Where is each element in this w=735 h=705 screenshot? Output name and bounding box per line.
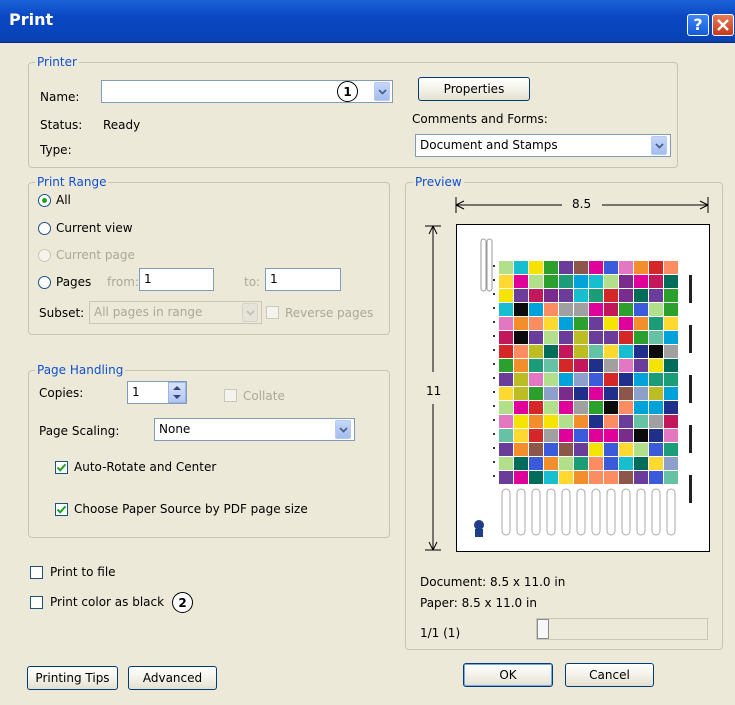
radio-all-label: All — [56, 193, 71, 207]
page-handling-legend: Page Handling — [35, 363, 126, 377]
print-to-file-checkbox[interactable] — [30, 566, 43, 579]
radio-all[interactable] — [38, 194, 51, 207]
pages-to-input[interactable]: 1 — [265, 268, 341, 291]
copies-spinner[interactable] — [168, 382, 186, 403]
page-slider-thumb[interactable] — [537, 619, 549, 639]
comments-and-forms-label: Comments and Forms: — [412, 112, 548, 126]
pages-from-input[interactable]: 1 — [139, 268, 214, 291]
reverse-pages-checkbox[interactable] — [266, 306, 279, 319]
chevron-down-icon — [245, 309, 255, 316]
document-size-label: Document: 8.5 x 11.0 in — [420, 575, 566, 589]
print-color-as-black-checkbox[interactable] — [30, 596, 43, 609]
collate-checkbox[interactable] — [224, 389, 237, 402]
comments-dropdown-button[interactable] — [651, 136, 667, 155]
page-slider-track[interactable] — [536, 618, 708, 640]
chevron-down-icon — [338, 426, 348, 433]
checkmark-icon — [56, 505, 67, 514]
paper-size-label: Paper: 8.5 x 11.0 in — [420, 596, 537, 610]
page-count-label: 1/1 (1) — [420, 626, 461, 640]
paper-source-checkbox[interactable] — [55, 503, 68, 516]
radio-current-view-label: Current view — [56, 221, 133, 235]
checkmark-icon — [56, 463, 67, 472]
chevron-down-icon — [654, 142, 664, 149]
subset-label: Subset: — [39, 306, 85, 320]
preview-page — [456, 224, 710, 552]
collate-label: Collate — [243, 389, 285, 403]
from-label: from: — [107, 275, 139, 289]
advanced-button[interactable]: Advanced — [128, 666, 217, 690]
reverse-pages-label: Reverse pages — [285, 306, 374, 320]
radio-pages[interactable] — [38, 276, 51, 289]
page-scaling-label: Page Scaling: — [39, 424, 120, 438]
printing-tips-button[interactable]: Printing Tips — [27, 666, 118, 690]
cancel-button[interactable]: Cancel — [565, 663, 654, 687]
title-bar — [0, 0, 735, 43]
close-icon — [717, 19, 729, 31]
copies-label: Copies: — [39, 386, 84, 400]
print-color-as-black-label: Print color as black — [50, 595, 165, 609]
auto-rotate-label: Auto-Rotate and Center — [74, 460, 217, 474]
name-label: Name: — [40, 90, 80, 104]
radio-current-page[interactable] — [38, 249, 51, 262]
auto-rotate-checkbox[interactable] — [55, 461, 68, 474]
help-button[interactable]: ? — [687, 14, 709, 36]
radio-pages-label: Pages — [56, 275, 92, 289]
status-label: Status: — [40, 118, 83, 132]
printer-legend: Printer — [35, 55, 79, 69]
callout-2: 2 — [172, 592, 193, 613]
properties-button[interactable]: Properties — [418, 77, 530, 101]
preview-legend: Preview — [413, 175, 464, 189]
to-label: to: — [244, 275, 261, 289]
paper-source-label: Choose Paper Source by PDF page size — [74, 502, 308, 516]
radio-current-view[interactable] — [38, 222, 51, 235]
chevron-down-icon — [377, 88, 387, 95]
dialog-title: Print — [9, 10, 54, 29]
printer-name-dropdown-button[interactable] — [374, 82, 390, 101]
ok-button[interactable]: OK — [463, 663, 553, 687]
preview-width-label: 8.5 — [572, 197, 592, 211]
page-scaling-select[interactable]: None — [154, 418, 355, 441]
preview-color-chart-image — [474, 238, 692, 537]
status-value: Ready — [103, 118, 141, 132]
preview-height-label: 11 — [426, 384, 442, 398]
comments-and-forms-select[interactable]: Document and Stamps — [415, 134, 671, 157]
page-scaling-dropdown-button[interactable] — [335, 420, 351, 439]
print-range-legend: Print Range — [35, 175, 109, 189]
radio-current-page-label: Current page — [56, 248, 135, 262]
spinner-arrows-icon — [173, 386, 181, 399]
callout-1: 1 — [337, 81, 358, 102]
type-label: Type: — [40, 143, 72, 157]
subset-select[interactable]: All pages in range — [89, 301, 262, 324]
print-to-file-label: Print to file — [50, 565, 116, 579]
subset-dropdown-button[interactable] — [242, 303, 258, 322]
close-button[interactable] — [712, 14, 734, 36]
